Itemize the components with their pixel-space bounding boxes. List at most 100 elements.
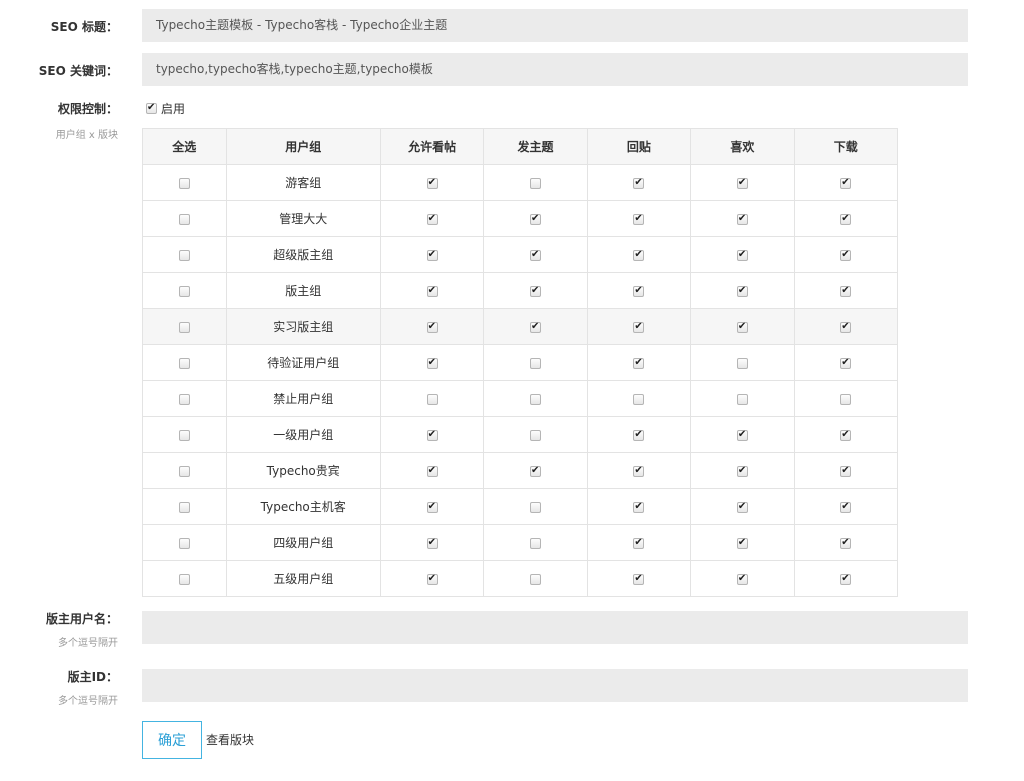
reply-checkbox[interactable] xyxy=(633,536,645,550)
seo-title-input[interactable]: Typecho主题模板 - Typecho客栈 - Typecho企业主题 xyxy=(142,9,968,42)
table-cell xyxy=(483,164,588,201)
moderator-names-input[interactable] xyxy=(142,611,968,644)
reply-checkbox[interactable] xyxy=(633,248,645,262)
select-all-checkbox[interactable] xyxy=(178,429,190,441)
select-all-checkbox[interactable] xyxy=(178,357,190,369)
post-checkbox[interactable] xyxy=(530,320,541,334)
like-checkbox[interactable] xyxy=(736,357,748,369)
view-board-link[interactable]: 查看版块 xyxy=(206,731,254,748)
view-checkbox[interactable] xyxy=(426,500,438,514)
view-checkbox[interactable] xyxy=(426,248,438,262)
view-checkbox[interactable] xyxy=(426,356,438,370)
download-checkbox[interactable] xyxy=(840,428,852,442)
view-checkbox[interactable] xyxy=(426,428,438,442)
post-checkbox[interactable] xyxy=(530,501,541,513)
like-checkbox[interactable] xyxy=(736,464,748,478)
post-checkbox[interactable] xyxy=(530,177,541,189)
table-cell xyxy=(586,236,692,273)
post-checkbox[interactable] xyxy=(530,537,541,549)
download-checkbox[interactable] xyxy=(840,212,852,226)
col-select-all[interactable]: 全选 xyxy=(142,128,227,165)
view-checkbox[interactable] xyxy=(426,284,438,298)
reply-checkbox[interactable] xyxy=(633,320,645,334)
view-checkbox[interactable] xyxy=(426,176,438,190)
table-cell: 实习版主组 xyxy=(225,308,381,345)
table-cell xyxy=(793,164,899,201)
reply-checkbox[interactable] xyxy=(633,212,645,226)
submit-button[interactable]: 确定 xyxy=(142,721,202,759)
table-cell xyxy=(690,344,795,381)
download-checkbox[interactable] xyxy=(840,284,852,298)
download-checkbox[interactable] xyxy=(840,500,852,514)
post-checkbox[interactable] xyxy=(530,429,541,441)
select-all-checkbox[interactable] xyxy=(178,465,190,477)
permission-enable-toggle[interactable]: 启用 xyxy=(146,100,185,117)
reply-checkbox[interactable] xyxy=(633,572,645,586)
like-checkbox[interactable] xyxy=(736,248,748,262)
permission-table-body: 游客组管理大大超级版主组版主组实习版主组待验证用户组禁止用户组一级用户组 Type… xyxy=(142,164,899,597)
group-name: Typecho贵宾 xyxy=(266,464,340,478)
post-checkbox[interactable] xyxy=(530,464,541,478)
post-checkbox[interactable] xyxy=(530,393,541,405)
like-checkbox[interactable] xyxy=(736,284,748,298)
view-checkbox[interactable] xyxy=(426,464,438,478)
moderator-ids-input[interactable] xyxy=(142,669,968,702)
post-checkbox[interactable] xyxy=(530,357,541,369)
like-checkbox[interactable] xyxy=(736,500,748,514)
group-name: 版主组 xyxy=(285,284,322,298)
table-cell xyxy=(483,344,588,381)
download-checkbox[interactable] xyxy=(840,572,852,586)
select-all-checkbox[interactable] xyxy=(178,573,190,585)
post-checkbox[interactable] xyxy=(530,212,541,226)
download-checkbox[interactable] xyxy=(840,356,852,370)
download-checkbox[interactable] xyxy=(840,320,852,334)
select-all-checkbox[interactable] xyxy=(178,249,190,261)
reply-checkbox[interactable] xyxy=(633,464,645,478)
post-checkbox[interactable] xyxy=(530,284,541,298)
reply-checkbox[interactable] xyxy=(633,393,645,405)
like-checkbox[interactable] xyxy=(736,320,748,334)
table-cell xyxy=(586,452,692,489)
reply-checkbox[interactable] xyxy=(633,176,645,190)
like-checkbox[interactable] xyxy=(736,428,748,442)
post-checkbox[interactable] xyxy=(530,573,541,585)
reply-checkbox[interactable] xyxy=(633,284,645,298)
like-checkbox[interactable] xyxy=(736,536,748,550)
select-all-checkbox[interactable] xyxy=(178,501,190,513)
download-checkbox[interactable] xyxy=(840,536,852,550)
table-cell xyxy=(586,164,692,201)
download-checkbox[interactable] xyxy=(840,176,852,190)
download-checkbox[interactable] xyxy=(840,393,852,405)
view-checkbox[interactable] xyxy=(426,572,438,586)
reply-checkbox[interactable] xyxy=(633,356,645,370)
select-all-checkbox[interactable] xyxy=(178,321,190,333)
download-checkbox[interactable] xyxy=(840,248,852,262)
view-checkbox[interactable] xyxy=(426,536,438,550)
select-all-checkbox[interactable] xyxy=(178,285,190,297)
table-row: Typecho主机客 xyxy=(142,488,899,525)
view-checkbox[interactable] xyxy=(426,212,438,226)
like-checkbox[interactable] xyxy=(736,393,748,405)
select-all-checkbox[interactable] xyxy=(178,213,190,225)
group-name: 实习版主组 xyxy=(273,320,334,334)
download-checkbox[interactable] xyxy=(840,464,852,478)
select-all-checkbox[interactable] xyxy=(178,177,190,189)
col-post: 发主题 xyxy=(483,128,588,165)
post-checkbox[interactable] xyxy=(530,248,541,262)
table-cell: 一级用户组 xyxy=(225,416,381,453)
like-checkbox[interactable] xyxy=(736,212,748,226)
select-all-checkbox[interactable] xyxy=(178,393,190,405)
view-checkbox[interactable] xyxy=(426,393,438,405)
select-all-checkbox[interactable] xyxy=(178,537,190,549)
like-checkbox[interactable] xyxy=(736,176,748,190)
table-row: 版主组 xyxy=(142,272,899,309)
permission-table: 全选 用户组 允许看帖 发主题 回贴 喜欢 下载 游客组管理大大超级版主组版主组… xyxy=(142,128,899,597)
reply-checkbox[interactable] xyxy=(633,500,645,514)
seo-keywords-input[interactable]: typecho,typecho客栈,typecho主题,typecho模板 xyxy=(142,53,968,86)
table-cell xyxy=(793,524,899,561)
like-checkbox[interactable] xyxy=(736,572,748,586)
reply-checkbox[interactable] xyxy=(633,428,645,442)
view-checkbox[interactable] xyxy=(426,320,438,334)
enable-checkbox[interactable] xyxy=(146,101,157,115)
table-cell xyxy=(142,524,227,561)
